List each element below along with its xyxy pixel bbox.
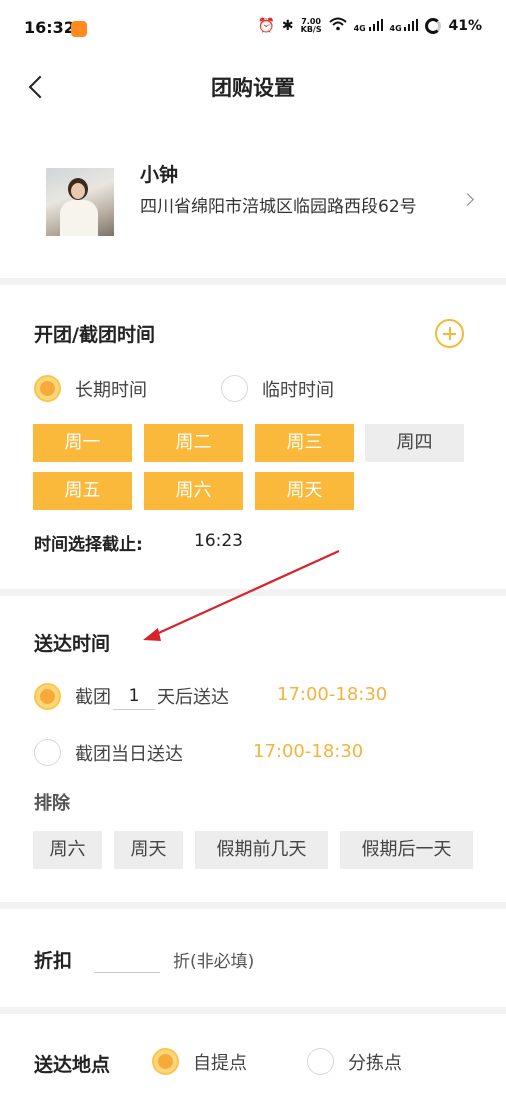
day-tuesday-button[interactable]: 周二: [144, 424, 243, 462]
delivery-after-suffix: 天后送达: [157, 687, 229, 708]
delivery-time-range-1[interactable]: 17:00-18:30: [277, 684, 387, 705]
radio-temporary-label: 临时时间: [262, 379, 334, 401]
radio-long-term-label: 长期时间: [75, 379, 147, 401]
profile-address: 四川省绵阳市涪城区临园路西段62号: [140, 197, 417, 217]
page-title: 团购设置: [211, 76, 295, 100]
radio-delivery-after-days[interactable]: 截团 1 天后送达: [34, 682, 229, 710]
profile-name: 小钟: [140, 164, 179, 186]
network-speed: 7.00 KB/S: [301, 18, 322, 34]
delivery-time-range-2[interactable]: 17:00-18:30: [253, 741, 363, 762]
radio-circle-unchecked: [307, 1048, 334, 1075]
radio-circle-checked: [34, 375, 61, 402]
radio-pickup-point[interactable]: 自提点: [152, 1048, 247, 1075]
location-label: 送达地点: [34, 1054, 111, 1076]
day-saturday-button[interactable]: 周六: [144, 472, 243, 510]
wifi-icon: [328, 17, 347, 35]
delivery-same-day-label: 截团当日送达: [75, 743, 183, 765]
schedule-title: 开团/截团时间: [34, 324, 155, 346]
day-monday-button[interactable]: 周一: [33, 424, 132, 462]
cellular-signal-1-icon: 4G: [354, 19, 383, 33]
location-section: 送达地点 自提点 分拣点: [0, 1014, 506, 1112]
status-time: 16:32: [24, 18, 75, 37]
radio-long-term[interactable]: 长期时间: [34, 375, 147, 402]
bluetooth-icon: ✱: [281, 18, 294, 34]
discount-input[interactable]: [94, 941, 160, 973]
battery-percent: 41%: [448, 18, 482, 34]
radio-circle-checked: [152, 1048, 179, 1075]
radio-delivery-same-day[interactable]: 截团当日送达: [34, 739, 183, 766]
exclude-label: 排除: [34, 793, 70, 814]
delivery-days-input[interactable]: 1: [113, 682, 155, 710]
day-wednesday-button[interactable]: 周三: [255, 424, 354, 462]
add-time-plus-icon[interactable]: [435, 319, 464, 348]
day-friday-button[interactable]: 周五: [33, 472, 132, 510]
deadline-label: 时间选择截止:: [34, 535, 143, 555]
speed-unit: KB/S: [300, 25, 322, 34]
day-thursday-button[interactable]: 周四: [365, 424, 464, 462]
delivery-title: 送达时间: [34, 633, 111, 655]
delivery-section: 送达时间 截团 1 天后送达 17:00-18:30 截团当日送达 17:00-…: [0, 596, 506, 902]
profile-card[interactable]: 小钟 四川省绵阳市涪城区临园路西段62号: [0, 120, 506, 278]
app-notification-icon: [71, 21, 87, 37]
nav-bar: 团购设置: [0, 58, 506, 120]
deadline-time-picker[interactable]: 16:23: [194, 531, 243, 551]
network-type-2: 4G: [389, 24, 402, 33]
discount-label: 折扣: [34, 950, 73, 972]
discount-section: 折扣 折(非必填): [0, 909, 506, 1007]
radio-pickup-label: 自提点: [193, 1052, 247, 1074]
delivery-after-prefix: 截团: [75, 687, 111, 708]
battery-icon: [425, 18, 442, 34]
discount-hint: 折(非必填): [173, 952, 255, 972]
cellular-signal-2-icon: 4G: [390, 19, 419, 33]
exclude-saturday-button[interactable]: 周六: [33, 831, 102, 869]
status-bar: 16:32 ⏰ ✱ 7.00 KB/S 4G 4G 41%: [0, 0, 506, 58]
radio-circle-unchecked: [221, 375, 248, 402]
radio-circle-unchecked: [34, 739, 61, 766]
radio-temporary[interactable]: 临时时间: [221, 375, 334, 402]
radio-sorting-label: 分拣点: [348, 1052, 402, 1074]
day-sunday-button[interactable]: 周天: [255, 472, 354, 510]
network-type-1: 4G: [353, 24, 366, 33]
radio-sorting-point[interactable]: 分拣点: [307, 1048, 402, 1075]
avatar: [46, 168, 114, 236]
radio-circle-checked: [34, 682, 61, 710]
exclude-after-holiday-button[interactable]: 假期后一天: [340, 831, 473, 869]
chevron-right-icon[interactable]: [463, 193, 475, 207]
alarm-icon: ⏰: [257, 18, 275, 34]
exclude-sunday-button[interactable]: 周天: [114, 831, 183, 869]
exclude-before-holiday-button[interactable]: 假期前几天: [195, 831, 328, 869]
schedule-section: 开团/截团时间 长期时间 临时时间 周一 周二 周三 周四 周五 周六 周天 时…: [0, 285, 506, 589]
status-icons: ⏰ ✱ 7.00 KB/S 4G 4G 41%: [257, 17, 482, 35]
